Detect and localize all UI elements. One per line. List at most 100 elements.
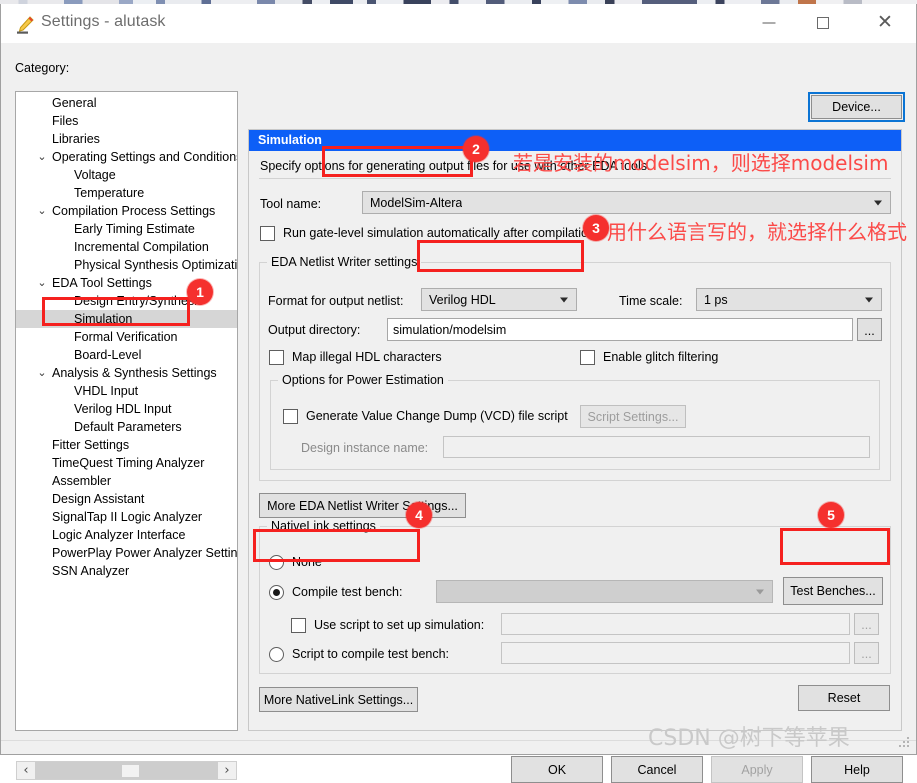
category-tree-item-operating-settings-and-conditions[interactable]: ⌄ Operating Settings and Conditions xyxy=(16,148,238,166)
help-button[interactable]: Help xyxy=(811,756,903,783)
chevron-down-icon[interactable]: ⌄ xyxy=(36,148,48,166)
category-tree-item-label: Voltage xyxy=(74,168,116,182)
category-tree[interactable]: General Files Libraries ⌄ Operating Settings… xyxy=(15,91,238,731)
category-tree-item-general[interactable]: General xyxy=(16,94,237,112)
output-directory-browse-button[interactable]: ... xyxy=(857,318,882,341)
category-tree-item-simulation[interactable]: Simulation xyxy=(16,310,237,328)
run-gatelevel-checkbox[interactable] xyxy=(260,226,275,241)
resize-grip-icon[interactable] xyxy=(899,737,911,749)
cancel-button[interactable]: Cancel xyxy=(611,756,703,783)
category-tree-item-fitter-settings[interactable]: Fitter Settings xyxy=(16,436,237,454)
category-tree-item-timequest-timing-analyzer[interactable]: TimeQuest Timing Analyzer xyxy=(16,454,237,472)
generate-vcd-checkbox[interactable] xyxy=(283,409,298,424)
more-nativelink-settings-button[interactable]: More NativeLink Settings... xyxy=(259,687,418,712)
chevron-down-icon xyxy=(560,297,568,302)
category-tree-item-physical-synthesis-optimization[interactable]: Physical Synthesis Optimization xyxy=(16,256,237,274)
category-tree-item-label: General xyxy=(52,96,97,110)
timescale-label: Time scale: xyxy=(619,294,683,308)
category-tree-item-label: Temperature xyxy=(74,186,145,200)
tool-name-combo[interactable]: ModelSim-Altera xyxy=(362,191,891,214)
test-benches-button[interactable]: Test Benches... xyxy=(783,577,883,605)
category-tree-item-vhdl-input[interactable]: VHDL Input xyxy=(16,382,237,400)
format-output-netlist-combo[interactable]: Verilog HDL xyxy=(421,288,577,311)
device-button[interactable]: Device... xyxy=(808,92,905,122)
category-tree-item-label: Compilation Process Settings xyxy=(52,204,216,218)
nativelink-none-radio[interactable] xyxy=(269,555,284,570)
close-button[interactable]: ✕ xyxy=(862,4,908,42)
category-tree-item-default-parameters[interactable]: Default Parameters xyxy=(16,418,237,436)
timescale-combo[interactable]: 1 ps xyxy=(696,288,882,311)
category-tree-item-label: Early Timing Estimate xyxy=(74,222,195,236)
script-settings-button[interactable]: Script Settings... xyxy=(580,405,686,428)
script-compile-test-bench-label: Script to compile test bench: xyxy=(292,647,450,661)
category-tree-item-ssn-analyzer[interactable]: SSN Analyzer xyxy=(16,562,237,580)
compile-test-bench-label: Compile test bench: xyxy=(292,585,403,599)
settings-dialog-window: Settings - alutask ✕ Category: Device...… xyxy=(0,4,917,783)
divider-1 xyxy=(259,178,891,179)
format-output-netlist-label: Format for output netlist: xyxy=(268,294,404,308)
apply-button[interactable]: Apply xyxy=(711,756,803,783)
category-tree-item-formal-verification[interactable]: Formal Verification xyxy=(16,328,237,346)
category-tree-item-voltage[interactable]: Voltage xyxy=(16,166,237,184)
script-compile-test-bench-radio[interactable] xyxy=(269,647,284,662)
category-tree-item-signaltap-ii-logic-analyzer[interactable]: SignalTap II Logic Analyzer xyxy=(16,508,237,526)
scrollbar-thumb[interactable] xyxy=(122,765,139,777)
maximize-button[interactable] xyxy=(800,4,846,42)
category-tree-item-analysis-synthesis-settings[interactable]: ⌄ Analysis & Synthesis Settings xyxy=(16,364,237,382)
category-tree-item-design-entry-synthesis[interactable]: Design Entry/Synthesis xyxy=(16,292,237,310)
eda-netlist-writer-group-title: EDA Netlist Writer settings xyxy=(267,255,422,269)
close-icon: ✕ xyxy=(877,11,893,34)
category-tree-item-label: Verilog HDL Input xyxy=(74,402,172,416)
title-bar[interactable]: Settings - alutask ✕ xyxy=(1,4,916,43)
category-tree-item-label: Analysis & Synthesis Settings xyxy=(52,366,217,380)
compile-test-bench-radio[interactable] xyxy=(269,585,284,600)
category-tree-item-label: Design Assistant xyxy=(52,492,145,506)
use-script-setup-browse-button[interactable]: ... xyxy=(854,613,879,635)
category-tree-item-design-assistant[interactable]: Design Assistant xyxy=(16,490,237,508)
category-tree-item-temperature[interactable]: Temperature xyxy=(16,184,237,202)
category-tree-item-files[interactable]: Files xyxy=(16,112,237,130)
category-tree-item-logic-analyzer-interface[interactable]: Logic Analyzer Interface xyxy=(16,526,237,544)
category-tree-item-verilog-hdl-input[interactable]: Verilog HDL Input xyxy=(16,400,237,418)
category-tree-item-label: Board-Level xyxy=(74,348,142,362)
category-tree-horizontal-scrollbar[interactable]: ‹ › xyxy=(16,761,237,780)
map-illegal-hdl-label: Map illegal HDL characters xyxy=(292,350,442,364)
scrollbar-track[interactable] xyxy=(35,762,218,779)
chevron-down-icon[interactable]: ⌄ xyxy=(36,202,48,220)
map-illegal-hdl-checkbox[interactable] xyxy=(269,350,284,365)
chevron-down-icon xyxy=(865,297,873,302)
enable-glitch-filtering-checkbox[interactable] xyxy=(580,350,595,365)
scroll-right-icon[interactable]: › xyxy=(218,762,236,779)
more-eda-netlist-writer-settings-button[interactable]: More EDA Netlist Writer Settings... xyxy=(259,493,466,518)
category-tree-item-eda-tool-settings[interactable]: ⌄ EDA Tool Settings xyxy=(16,274,237,292)
design-instance-name-input[interactable] xyxy=(443,436,870,458)
category-tree-item-board-level[interactable]: Board-Level xyxy=(16,346,237,364)
scroll-left-icon[interactable]: ‹ xyxy=(17,762,35,779)
category-tree-item-label: Fitter Settings xyxy=(52,438,130,452)
reset-button[interactable]: Reset xyxy=(798,685,890,711)
chevron-down-icon[interactable]: ⌄ xyxy=(36,274,48,292)
use-script-setup-input[interactable] xyxy=(501,613,850,635)
minimize-button[interactable] xyxy=(746,4,792,42)
category-tree-item-compilation-process-settings[interactable]: ⌄ Compilation Process Settings xyxy=(16,202,237,220)
output-directory-input[interactable]: simulation/modelsim xyxy=(387,318,853,341)
use-script-setup-label: Use script to set up simulation: xyxy=(314,618,485,632)
category-tree-item-label: Operating Settings and Conditions xyxy=(52,150,238,164)
category-tree-item-incremental-compilation[interactable]: Incremental Compilation xyxy=(16,238,237,256)
script-compile-test-bench-input[interactable] xyxy=(501,642,850,664)
script-compile-browse-button[interactable]: ... xyxy=(854,642,879,664)
category-tree-item-assembler[interactable]: Assembler xyxy=(16,472,237,490)
use-script-setup-checkbox[interactable] xyxy=(291,618,306,633)
category-tree-item-libraries[interactable]: Libraries xyxy=(16,130,237,148)
category-tree-item-label: Libraries xyxy=(52,132,100,146)
category-tree-item-powerplay-power-analyzer-settings[interactable]: PowerPlay Power Analyzer Settings xyxy=(16,544,237,562)
dialog-body: Category: Device... General Files Librarie… xyxy=(1,43,916,783)
category-tree-item-label: SignalTap II Logic Analyzer xyxy=(52,510,203,524)
chevron-down-icon xyxy=(874,200,882,205)
ok-button[interactable]: OK xyxy=(511,756,603,783)
chevron-down-icon[interactable]: ⌄ xyxy=(36,364,48,382)
category-tree-item-early-timing-estimate[interactable]: Early Timing Estimate xyxy=(16,220,237,238)
compile-test-bench-combo[interactable] xyxy=(436,580,773,603)
category-tree-item-label: EDA Tool Settings xyxy=(52,276,152,290)
footer-divider xyxy=(1,740,916,741)
